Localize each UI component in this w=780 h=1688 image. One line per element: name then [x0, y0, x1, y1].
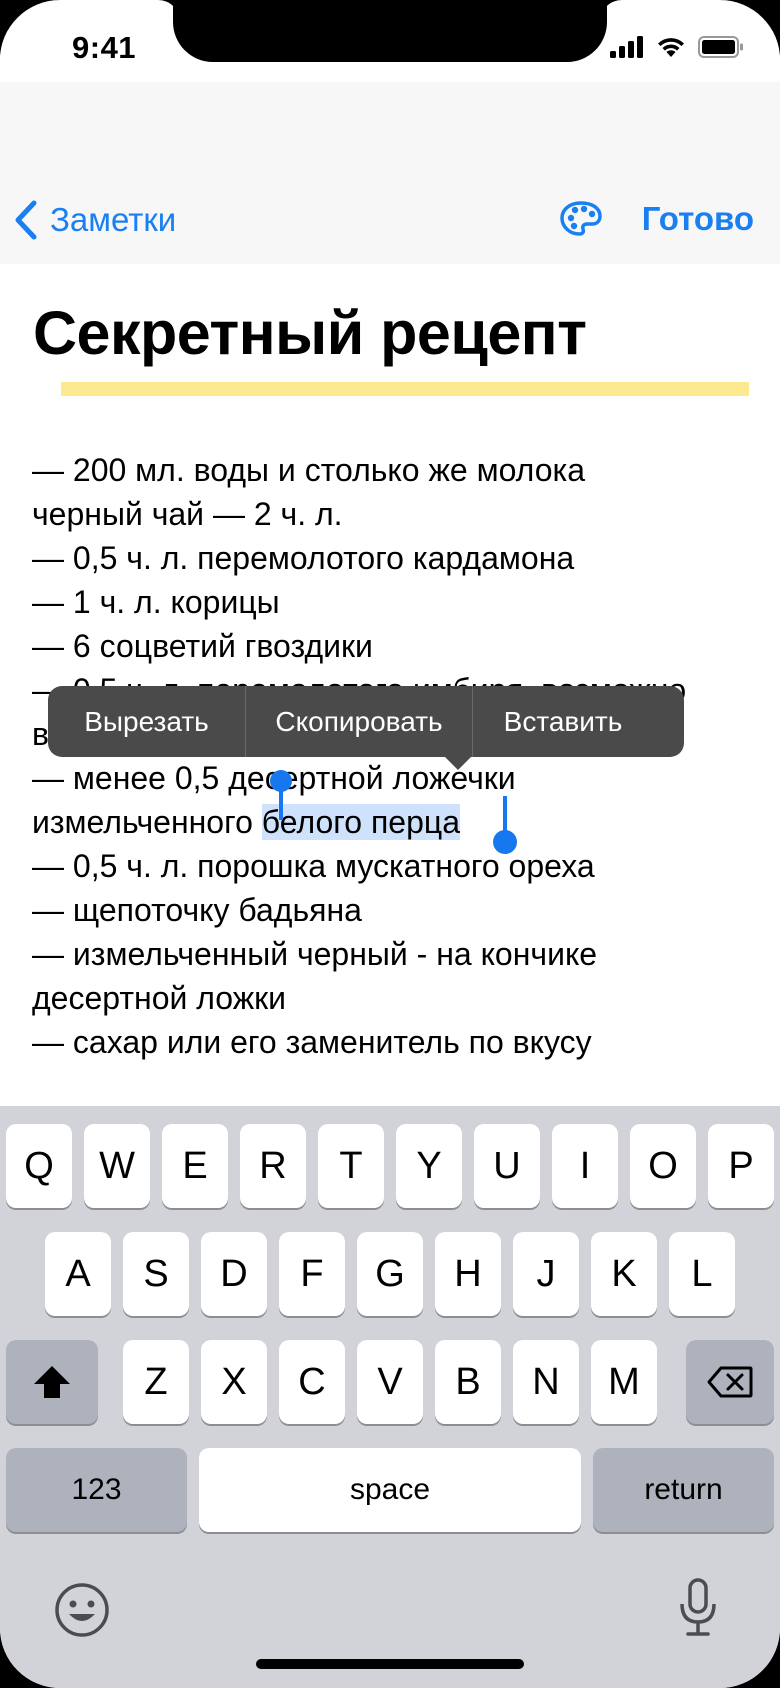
note-line-selected: измельченного белого перца: [32, 800, 772, 844]
key-x[interactable]: X: [201, 1340, 267, 1424]
key-j[interactable]: J: [513, 1232, 579, 1316]
menu-arrow: [444, 756, 472, 770]
note-line: — щепоточку бадьяна: [32, 892, 362, 928]
key-d[interactable]: D: [201, 1232, 267, 1316]
wifi-icon: [658, 38, 684, 57]
palette-button[interactable]: [560, 201, 602, 242]
note-title[interactable]: Секретный рецепт: [33, 298, 587, 368]
copy-button[interactable]: Скопировать: [246, 686, 472, 757]
key-q[interactable]: Q: [6, 1124, 72, 1208]
key-k[interactable]: K: [591, 1232, 657, 1316]
selection-start-handle[interactable]: [270, 770, 292, 792]
key-u[interactable]: U: [474, 1124, 540, 1208]
navigation-bar: Заметки Готово: [0, 82, 780, 265]
key-s[interactable]: S: [123, 1232, 189, 1316]
note-editor[interactable]: Секретный рецепт — 200 мл. воды и стольк…: [0, 264, 780, 1106]
numbers-key[interactable]: 123: [6, 1448, 187, 1532]
cut-button[interactable]: Вырезать: [48, 686, 245, 757]
status-time: 9:41: [72, 30, 137, 65]
back-label: Заметки: [50, 201, 177, 238]
emoji-button[interactable]: [54, 1582, 110, 1643]
keyboard: Q W E R T Y U I O P A S D F G H J K L Z …: [0, 1106, 780, 1688]
emoji-icon: [55, 1583, 109, 1637]
note-line: — 0,5 ч. л. перемолотого кардамона: [32, 540, 575, 576]
signal-icon: [610, 36, 643, 58]
done-button[interactable]: Готово: [642, 200, 754, 238]
paste-button[interactable]: Вставить: [473, 686, 653, 757]
battery-icon: [698, 36, 743, 58]
status-icons: [610, 36, 744, 58]
title-highlight: [61, 382, 749, 396]
key-n[interactable]: N: [513, 1340, 579, 1424]
shift-icon: [34, 1366, 70, 1398]
selection-prefix: измельченного: [32, 804, 262, 840]
note-line: черный чай — 2 ч. л.: [32, 496, 343, 532]
key-g[interactable]: G: [357, 1232, 423, 1316]
notch: [173, 0, 607, 62]
note-line: — 6 соцветий гвоздики: [32, 628, 373, 664]
key-o[interactable]: O: [630, 1124, 696, 1208]
key-p[interactable]: P: [708, 1124, 774, 1208]
shift-key[interactable]: [6, 1340, 98, 1424]
note-line: — 0,5 ч. л. порошка мускатного ореха: [32, 848, 595, 884]
key-r[interactable]: R: [240, 1124, 306, 1208]
key-z[interactable]: Z: [123, 1340, 189, 1424]
palette-icon: [560, 201, 602, 236]
space-key[interactable]: space: [199, 1448, 581, 1532]
key-i[interactable]: I: [552, 1124, 618, 1208]
chevron-left-icon: [15, 200, 37, 240]
status-bar: 9:41: [0, 0, 780, 82]
note-line: — измельченный черный - на кончике: [32, 936, 598, 972]
key-c[interactable]: C: [279, 1340, 345, 1424]
note-line: десертной ложки: [32, 980, 286, 1016]
return-key[interactable]: return: [593, 1448, 774, 1532]
selected-text[interactable]: белого перца: [261, 804, 460, 840]
key-y[interactable]: Y: [396, 1124, 462, 1208]
note-line: — сахар или его заменитель по вкусу: [32, 1024, 592, 1060]
delete-key[interactable]: [686, 1340, 774, 1424]
note-line: — менее 0,5 десертной ложечки: [32, 760, 516, 796]
home-indicator: [256, 1659, 524, 1669]
key-w[interactable]: W: [84, 1124, 150, 1208]
back-button[interactable]: Заметки: [14, 200, 176, 240]
note-title-wrap: Секретный рецепт: [33, 298, 749, 396]
key-l[interactable]: L: [669, 1232, 735, 1316]
note-line: — 200 мл. воды и столько же молока: [32, 452, 585, 488]
edit-menu: Вырезать Скопировать Вставить: [48, 686, 684, 770]
notes-screen: 9:41 Заметки Готово Секретный рецепт — 2…: [0, 0, 780, 1688]
key-h[interactable]: H: [435, 1232, 501, 1316]
key-m[interactable]: M: [591, 1340, 657, 1424]
key-e[interactable]: E: [162, 1124, 228, 1208]
key-a[interactable]: A: [45, 1232, 111, 1316]
key-f[interactable]: F: [279, 1232, 345, 1316]
delete-icon: [707, 1366, 753, 1398]
key-v[interactable]: V: [357, 1340, 423, 1424]
key-t[interactable]: T: [318, 1124, 384, 1208]
key-b[interactable]: B: [435, 1340, 501, 1424]
selection-end-handle[interactable]: [493, 830, 517, 854]
note-line: — 1 ч. л. корицы: [32, 584, 280, 620]
microphone-icon: [680, 1578, 716, 1636]
dictation-button[interactable]: [678, 1578, 718, 1643]
